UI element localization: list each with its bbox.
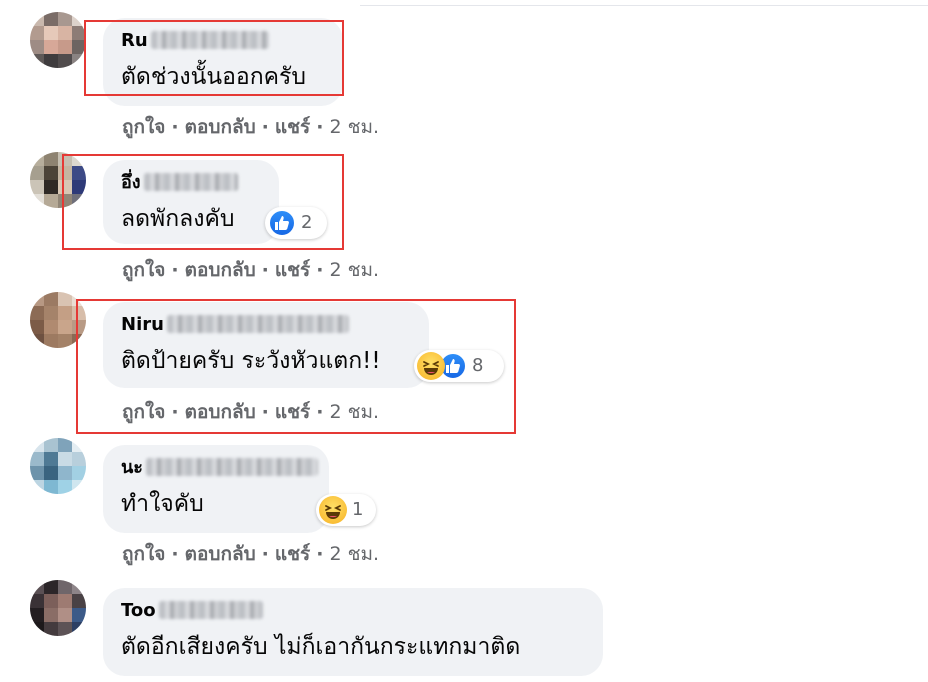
comment-text: ตัดอีกเสียงครับ ไม่ก็เอากันกระแทกมาติด — [121, 634, 521, 660]
comment-author[interactable]: Too — [121, 600, 263, 622]
comment-actions: ถูกใจ · ตอบกลับ · แชร์ · 2 ชม. — [122, 116, 380, 138]
avatar[interactable] — [30, 12, 86, 68]
highlight-box — [62, 154, 344, 250]
comment-text: ทำใจคับ — [121, 491, 204, 517]
reply-link[interactable]: ตอบกลับ — [185, 116, 256, 138]
haha-icon — [319, 496, 347, 524]
comment-bubble: Too ตัดอีกเสียงครับ ไม่ก็เอากันกระแทกมาต… — [103, 588, 603, 676]
avatar[interactable] — [30, 438, 86, 494]
share-link[interactable]: แชร์ — [275, 259, 310, 281]
share-link[interactable]: แชร์ — [275, 116, 310, 138]
comment-author[interactable]: นะ — [121, 457, 318, 479]
comment-timestamp[interactable]: 2 ชม. — [329, 259, 379, 281]
comment-timestamp[interactable]: 2 ชม. — [329, 116, 379, 138]
reply-link[interactable]: ตอบกลับ — [185, 543, 256, 565]
like-link[interactable]: ถูกใจ — [122, 259, 165, 281]
divider — [360, 5, 928, 6]
reaction-summary[interactable]: 1 — [316, 494, 376, 526]
comment-actions: ถูกใจ · ตอบกลับ · แชร์ · 2 ชม. — [122, 259, 380, 281]
highlight-box — [84, 20, 344, 96]
comment-actions: ถูกใจ · ตอบกลับ · แชร์ · 2 ชม. — [122, 543, 380, 565]
like-link[interactable]: ถูกใจ — [122, 543, 165, 565]
comment-timestamp[interactable]: 2 ชม. — [329, 543, 379, 565]
share-link[interactable]: แชร์ — [275, 543, 310, 565]
reaction-count: 1 — [352, 499, 364, 520]
haha-icon — [417, 352, 445, 380]
reply-link[interactable]: ตอบกลับ — [185, 259, 256, 281]
avatar[interactable] — [30, 580, 86, 636]
like-link[interactable]: ถูกใจ — [122, 116, 165, 138]
blurred-name — [158, 601, 263, 619]
blurred-name — [145, 458, 318, 476]
comment-thread: Ru ตัดช่วงนั้นออกครับ ถูกใจ · ตอบกลับ · แชร์… — [0, 0, 928, 682]
comment-bubble: นะ ทำใจคับ — [103, 445, 329, 533]
